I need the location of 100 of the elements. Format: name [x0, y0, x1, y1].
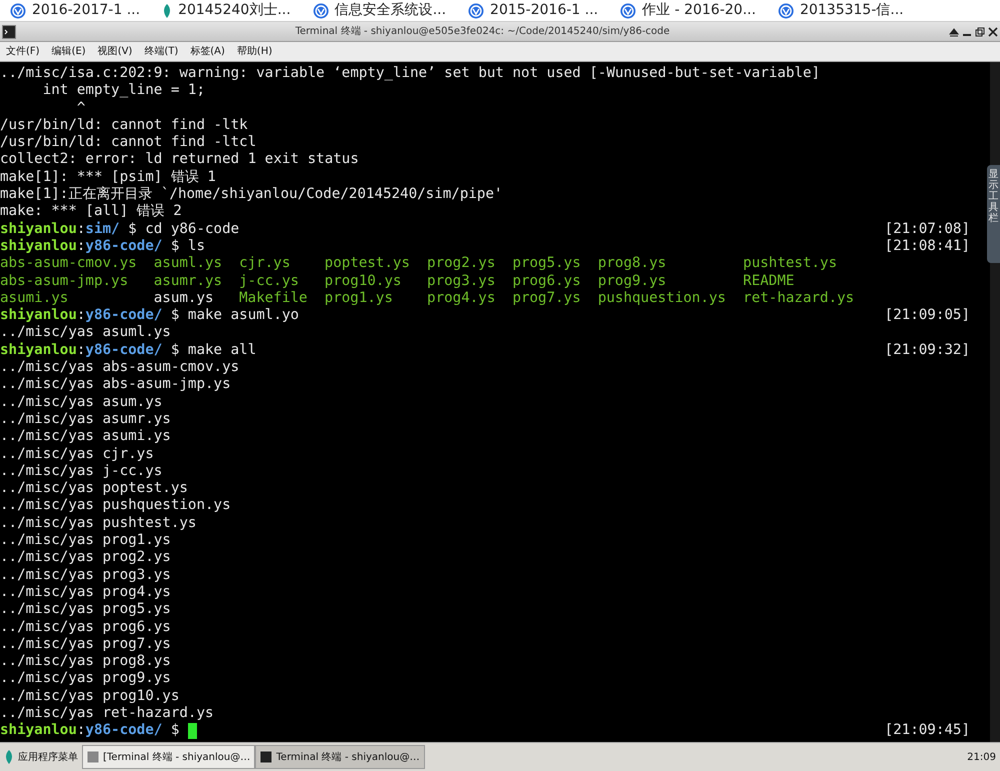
command-text: $ make all — [170, 342, 256, 360]
command-text: $ cd y86-code — [127, 220, 240, 238]
terminal-line: ../misc/yas pushquestion.ys — [0, 497, 232, 515]
file-name: prog9.ys — [598, 272, 666, 289]
terminal-line: ../misc/yas prog4.ys — [0, 584, 172, 602]
terminal-line: ../misc/yas abs-asum-cmov.ys — [0, 359, 240, 376]
menu-item[interactable]: 标签(A) — [190, 44, 225, 59]
file-name: prog6.ys — [512, 272, 581, 289]
timestamp: [21:09:45] — [884, 722, 971, 740]
prompt-user: shiyanlou — [0, 342, 77, 360]
terminal-line: make: *** [all] 错误 2 — [0, 203, 183, 221]
terminal-line: ../misc/yas abs-asum-jmp.ys — [0, 376, 232, 394]
terminal-line: /usr/bin/ld: cannot find -ltcl — [0, 134, 258, 152]
bookmark[interactable]: 作业 - 2016-20... — [620, 0, 756, 21]
file-name: ret-hazard.ys — [743, 290, 854, 306]
terminal-line: ../misc/yas prog7.ys — [0, 636, 172, 654]
terminal-line: ../misc/yas poptest.ys — [0, 480, 189, 498]
terminal-line: ../misc/yas prog9.ys — [0, 670, 172, 688]
file-name: prog4.ys — [427, 290, 496, 306]
terminal-line: ../misc/yas prog2.ys — [0, 549, 172, 567]
prompt-directory: y86-code/ — [85, 307, 162, 324]
bookmark[interactable]: 20145240刘士... — [162, 0, 291, 21]
file-name: pushquestion.ys — [598, 290, 726, 306]
prompt-separator: : — [76, 722, 86, 740]
terminal-line: make[1]: *** [psim] 错误 1 — [0, 168, 217, 186]
close-icon[interactable] — [988, 26, 998, 36]
bookmark[interactable]: 信息安全系统设... — [312, 0, 446, 21]
file-name: prog2.ys — [427, 255, 496, 272]
file-name: poptest.ys — [324, 255, 410, 272]
terminal-icon — [87, 751, 99, 763]
file-name: prog8.ys — [598, 255, 666, 272]
taskbar-button[interactable]: Terminal 终端 - shiyanlou@… — [255, 745, 425, 769]
prompt-directory: sim/ — [85, 220, 120, 238]
prompt-separator: : — [76, 342, 86, 360]
side-tab[interactable]: 显示工具栏 — [987, 165, 1000, 263]
file-name: prog1.ys — [324, 290, 393, 306]
terminal-line: ../misc/yas asumr.ys — [0, 410, 172, 428]
command-text: $ make asuml.yo — [170, 307, 299, 324]
file-name: asumr.ys — [154, 272, 222, 289]
terminal-line: ../misc/yas ret-hazard.ys — [0, 704, 215, 722]
leaf-icon — [4, 750, 14, 764]
terminal-line: ../misc/yas pushtest.ys — [0, 514, 198, 532]
leaf-icon — [162, 4, 172, 18]
prompt-separator: : — [76, 238, 86, 256]
timestamp: [21:09:05] — [884, 307, 971, 324]
menu-item[interactable]: 编辑(E) — [52, 44, 86, 59]
file-name: pushtest.ys — [743, 255, 838, 272]
prompt-user: shiyanlou — [0, 220, 77, 238]
shade-icon[interactable] — [949, 26, 959, 36]
terminal-line: ../misc/yas j-cc.ys — [0, 462, 164, 480]
terminal-line: collect2: error: ld returned 1 exit status — [0, 151, 360, 169]
prompt-separator: : — [76, 220, 86, 238]
file-name: Makefile — [239, 290, 308, 306]
menu-item[interactable]: 帮助(H) — [236, 44, 272, 59]
timestamp: [21:09:32] — [884, 342, 971, 360]
file-name: asum.ys — [154, 290, 214, 306]
bookmark[interactable]: 2015-2016-1 ... — [468, 0, 598, 21]
timestamp: [21:08:41] — [884, 238, 971, 256]
file-name: README — [743, 272, 794, 289]
window-title: Terminal 终端 - shiyanlou@e505e3fe024c: ~/Code/20145240/sim/y86-code — [294, 24, 671, 39]
prompt-separator: : — [76, 307, 86, 324]
terminal-line: ../misc/yas cjr.ys — [0, 446, 155, 463]
file-name: asuml.ys — [154, 255, 222, 272]
taskbar-button[interactable]: [Terminal 终端 - shiyanlou@… — [82, 745, 256, 769]
start-menu-button[interactable]: 应用程序菜单 — [0, 743, 82, 771]
prompt-user: shiyanlou — [0, 238, 77, 256]
file-name: j-cc.ys — [239, 272, 299, 289]
terminal-line: ../misc/yas asumi.ys — [0, 428, 172, 446]
terminal-line: ^ — [76, 100, 86, 117]
file-name: asumi.ys — [0, 290, 68, 306]
command-text: $ — [170, 722, 180, 740]
terminal-icon — [260, 751, 272, 763]
file-name: prog3.ys — [427, 272, 496, 289]
terminal-line: ../misc/yas prog5.ys — [0, 601, 172, 618]
terminal-line: make[1]:正在离开目录 `/home/shiyanlou/Code/20145240/sim/pipe' — [0, 186, 504, 204]
terminal-line: /usr/bin/ld: cannot find -ltk — [0, 116, 249, 134]
command-text: $ ls — [170, 238, 206, 256]
prompt-directory: y86-code/ — [85, 342, 162, 360]
bookmark[interactable]: 20135315-信... — [778, 0, 904, 21]
menu-item[interactable]: 视图(V) — [98, 44, 132, 59]
maximize-icon[interactable] — [975, 26, 985, 36]
terminal-line: int empty_line = 1; — [42, 82, 206, 100]
timestamp: [21:07:08] — [884, 220, 971, 238]
prompt-user: shiyanlou — [0, 722, 77, 740]
file-name: prog7.ys — [512, 290, 581, 306]
file-name: abs-asum-cmov.ys — [0, 255, 137, 272]
menu-item[interactable]: 文件(F) — [6, 44, 40, 59]
clock: 21:09 — [967, 750, 997, 764]
menu-item[interactable]: 终端(T) — [144, 44, 178, 59]
terminal-line: ../misc/yas prog1.ys — [0, 532, 172, 550]
terminal-line: ../misc/yas prog10.ys — [0, 688, 180, 705]
terminal-line: ../misc/isa.c:202:9: warning: variable ‘empty_line’ set but not used [-Wunused-but-set-variable] — [0, 65, 821, 82]
terminal-line: ../misc/yas asuml.ys — [0, 324, 172, 342]
terminal-icon — [2, 24, 16, 38]
file-name: abs-asum-jmp.ys — [0, 272, 128, 289]
terminal-line: ../misc/yas asum.ys — [0, 394, 164, 411]
file-name: prog10.ys — [324, 272, 402, 289]
bookmark[interactable]: 2016-2017-1 ... — [10, 0, 140, 21]
prompt-directory: y86-code/ — [85, 238, 162, 256]
prompt-directory: y86-code/ — [85, 722, 162, 740]
